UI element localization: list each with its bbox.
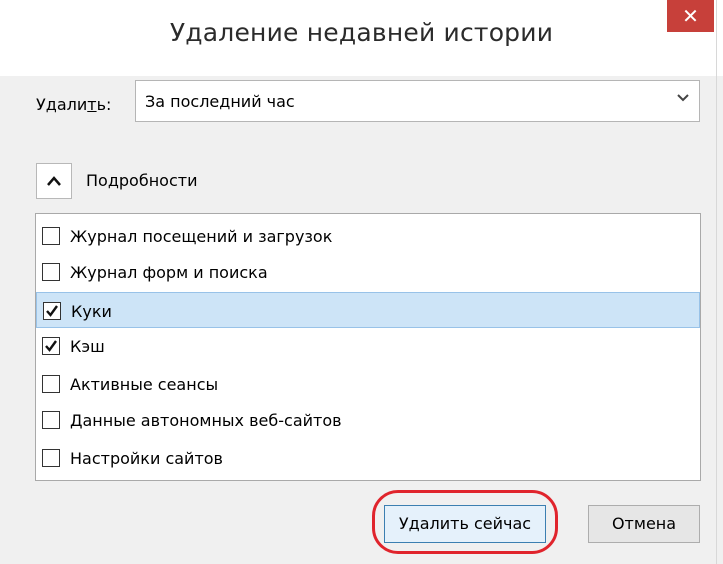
checkbox[interactable] <box>42 227 60 245</box>
list-item-label: Журнал форм и поиска <box>70 263 268 282</box>
checkmark-icon <box>45 340 57 352</box>
checkbox[interactable] <box>42 337 60 355</box>
list-item[interactable]: Данные автономных веб-сайтов <box>36 402 700 438</box>
chevron-up-icon <box>47 176 61 186</box>
list-item[interactable]: Активные сеансы <box>36 366 700 402</box>
list-item[interactable]: Журнал форм и поиска <box>36 254 700 290</box>
checkbox[interactable] <box>42 411 60 429</box>
details-toggle-button[interactable] <box>36 163 72 199</box>
clear-now-button[interactable]: Удалить сейчас <box>384 505 546 543</box>
dialog-title: Удаление недавней истории <box>169 18 554 47</box>
title-bar: Удаление недавней истории ✕ <box>0 0 723 76</box>
checkbox[interactable] <box>43 302 61 320</box>
cancel-button[interactable]: Отмена <box>588 505 700 543</box>
time-range-select[interactable]: За последний час <box>135 80 700 122</box>
checkmark-icon <box>46 305 58 317</box>
close-button[interactable]: ✕ <box>667 0 714 32</box>
list-item[interactable]: Кэш <box>36 328 700 364</box>
list-item-label: Данные автономных веб-сайтов <box>70 411 342 430</box>
list-item[interactable]: Настройки сайтов <box>36 440 700 476</box>
clear-history-dialog: Удаление недавней истории ✕ Удалить: За … <box>0 0 723 564</box>
history-items-list: Журнал посещений и загрузок Журнал форм и… <box>35 213 701 481</box>
window-border <box>716 0 717 564</box>
list-item-label: Активные сеансы <box>70 375 219 394</box>
list-item-label: Кэш <box>70 337 105 356</box>
list-item[interactable]: Журнал посещений и загрузок <box>36 218 700 254</box>
chevron-down-icon <box>677 90 689 109</box>
time-range-value: За последний час <box>145 92 295 111</box>
checkbox[interactable] <box>42 449 60 467</box>
list-item[interactable]: Куки <box>36 292 700 328</box>
checkbox[interactable] <box>42 375 60 393</box>
list-item-label: Куки <box>71 302 112 321</box>
time-range-label: Удалить: <box>36 95 112 114</box>
list-item-label: Настройки сайтов <box>70 449 223 468</box>
details-label: Подробности <box>86 171 198 190</box>
checkbox[interactable] <box>42 263 60 281</box>
list-item-label: Журнал посещений и загрузок <box>70 227 333 246</box>
close-icon: ✕ <box>682 4 699 28</box>
